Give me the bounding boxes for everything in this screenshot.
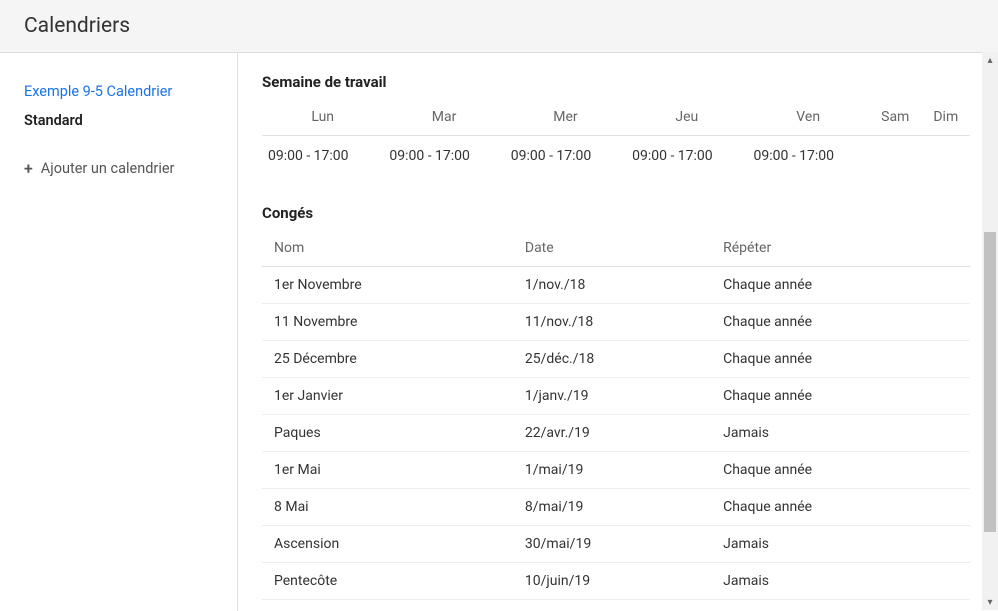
main-panel: Semaine de travail Lun Mar Mer Jeu Ven S… [238,53,998,611]
day-hours[interactable]: 09:00 - 17:00 [383,136,504,173]
day-header: Lun [262,99,383,136]
add-calendar-button[interactable]: + Ajouter un calendrier [24,159,217,178]
cell-name: Ascension [262,526,517,563]
day-header: Dim [922,99,970,136]
holidays-title: Congés [262,204,970,222]
cell-name: 8 Mai [262,489,517,526]
day-header: Jeu [626,99,747,136]
add-calendar-label: Ajouter un calendrier [41,160,175,177]
cell-date: 1/nov./18 [517,267,715,304]
scrollbar-thumb[interactable] [984,232,996,532]
sidebar-item-label: Exemple 9-5 Calendrier [24,83,172,100]
holidays-table: Nom Date Répéter 1er Novembre1/nov./18Ch… [262,230,970,611]
cell-name: 1er Novembre [262,267,517,304]
cell-name: 25 Décembre [262,341,517,378]
page-header: Calendriers [0,0,998,53]
cell-repeat: Jamais [715,526,970,563]
day-hours[interactable]: 09:00 - 17:00 [748,136,869,173]
cell-repeat: Chaque année [715,489,970,526]
table-row[interactable]: 1er Janvier1/janv./19Chaque année [262,378,970,415]
cell-name: Pentecôte [262,563,517,600]
cell-repeat: Chaque année [715,304,970,341]
cell-date: 11/nov./18 [517,304,715,341]
day-header: Mar [383,99,504,136]
cell-name: 1er Janvier [262,378,517,415]
day-hours[interactable] [869,136,922,173]
cell-repeat: Chaque année [715,452,970,489]
workweek-header-row: Lun Mar Mer Jeu Ven Sam Dim [262,99,970,136]
day-hours[interactable]: 09:00 - 17:00 [626,136,747,173]
cell-repeat: Chaque année [715,267,970,304]
column-header-name: Nom [262,230,517,267]
table-row[interactable]: Ascension30/mai/19Jamais [262,526,970,563]
holidays-header-row: Nom Date Répéter [262,230,970,267]
cell-date: 25/déc./18 [517,341,715,378]
cell-repeat: Jamais [715,563,970,600]
cell-date: 10/juin/19 [517,563,715,600]
cell-date: 22/avr./19 [517,415,715,452]
table-row[interactable]: 8 Mai8/mai/19Chaque année [262,489,970,526]
cell-name: Paques [262,415,517,452]
sidebar: Exemple 9-5 Calendrier Standard + Ajoute… [0,53,238,611]
cell-name: 1er Mai [262,452,517,489]
sidebar-item-standard[interactable]: Standard [24,106,217,135]
table-row[interactable]: 11 Novembre11/nov./18Chaque année [262,304,970,341]
sidebar-item-example-calendar[interactable]: Exemple 9-5 Calendrier [24,77,217,106]
cell-date: 8/mai/19 [517,489,715,526]
cell-date: 1/mai/19 [517,452,715,489]
cell-date: 1/janv./19 [517,378,715,415]
scroll-up-arrow-icon[interactable]: ▴ [982,52,998,68]
cell-name: 11 Novembre [262,304,517,341]
day-hours[interactable]: 09:00 - 17:00 [505,136,626,173]
day-header: Ven [748,99,869,136]
workweek-hours-row: 09:00 - 17:00 09:00 - 17:00 09:00 - 17:0… [262,136,970,173]
table-row[interactable]: 25 Décembre25/déc./18Chaque année [262,341,970,378]
plus-icon: + [24,159,33,178]
page-title: Calendriers [24,14,974,38]
cell-repeat: Chaque année [715,378,970,415]
cell-date: 30/mai/19 [517,526,715,563]
day-hours[interactable]: 09:00 - 17:00 [262,136,383,173]
day-header: Sam [869,99,922,136]
content-area: Exemple 9-5 Calendrier Standard + Ajoute… [0,53,998,611]
column-header-date: Date [517,230,715,267]
scroll-down-arrow-icon[interactable]: ▾ [982,594,998,610]
cell-name: 14 Juillet [262,600,517,611]
sidebar-item-label: Standard [24,112,83,129]
day-header: Mer [505,99,626,136]
workweek-title: Semaine de travail [262,73,970,91]
cell-repeat: Jamais [715,415,970,452]
table-row[interactable]: 1er Mai1/mai/19Chaque année [262,452,970,489]
column-header-repeat: Répéter [715,230,970,267]
table-row[interactable]: Pentecôte10/juin/19Jamais [262,563,970,600]
table-row[interactable]: Paques22/avr./19Jamais [262,415,970,452]
cell-date: 14/juil./19 [517,600,715,611]
day-hours[interactable] [922,136,970,173]
scrollbar-track[interactable]: ▴ ▾ [982,52,998,610]
table-row[interactable]: 1er Novembre1/nov./18Chaque année [262,267,970,304]
workweek-table: Lun Mar Mer Jeu Ven Sam Dim 09:00 - 17:0… [262,99,970,172]
cell-repeat: Chaque année [715,341,970,378]
cell-repeat: Chaque année [715,600,970,611]
table-row[interactable]: 14 Juillet14/juil./19Chaque année [262,600,970,611]
